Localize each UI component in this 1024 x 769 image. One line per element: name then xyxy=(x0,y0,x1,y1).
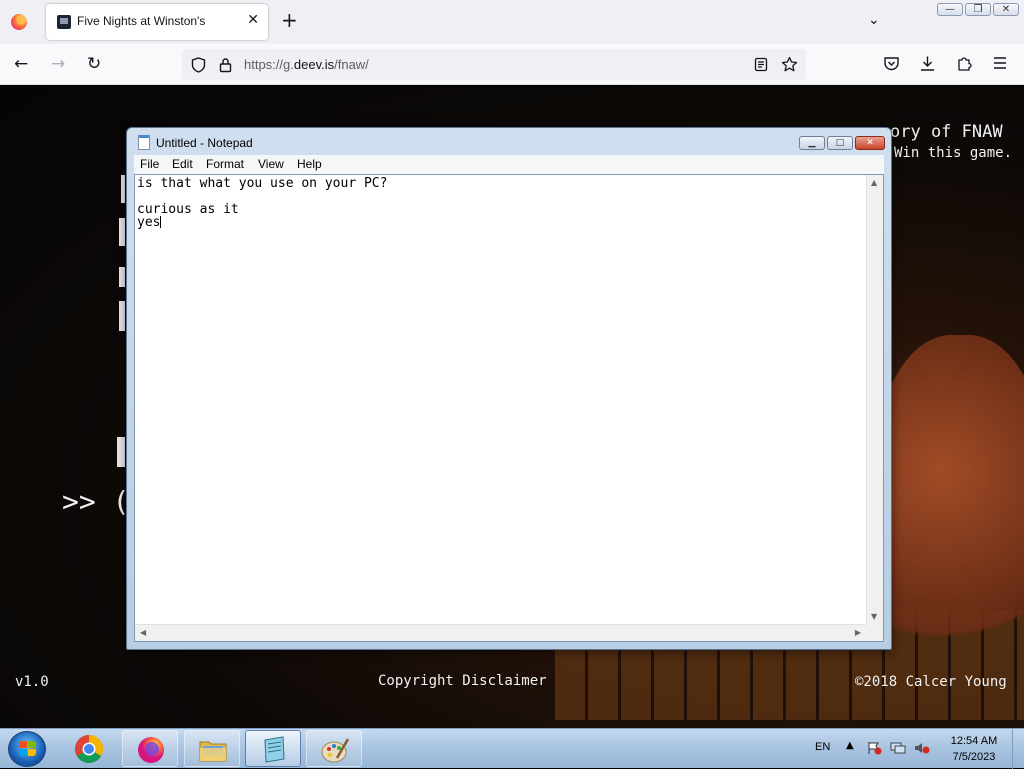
notepad-maximize-button[interactable]: □ xyxy=(827,136,853,150)
chrome-icon xyxy=(75,735,103,763)
game-version: v1.0 xyxy=(15,674,49,690)
tracking-protection-shield-icon[interactable] xyxy=(191,57,206,73)
folder-icon xyxy=(199,741,227,762)
show-desktop-button[interactable] xyxy=(1012,729,1024,769)
notepad-icon xyxy=(264,736,285,763)
horizontal-scrollbar[interactable]: ◀ ▶ xyxy=(135,624,866,641)
taskbar: EN ▲ 12:54 AM 7/5/2023 xyxy=(0,728,1024,769)
text-line: curious as it xyxy=(137,202,239,217)
notepad-text[interactable]: is that what you use on your PC? curious … xyxy=(137,177,865,229)
window-close-button[interactable]: ✕ xyxy=(993,3,1019,16)
text-line xyxy=(137,190,865,203)
game-text-fragment xyxy=(119,301,125,331)
notepad-text-area[interactable]: is that what you use on your PC? curious … xyxy=(134,174,884,642)
paint-icon xyxy=(321,738,350,763)
taskbar-firefox[interactable] xyxy=(122,730,178,767)
game-menu-selector[interactable]: >> ( xyxy=(62,485,129,518)
list-all-tabs-icon[interactable]: ⌄ xyxy=(868,12,880,28)
new-tab-button[interactable]: + xyxy=(281,10,298,30)
notepad-title: Untitled - Notepad xyxy=(156,136,253,150)
browser-tab[interactable]: Five Nights at Winston's ✕ xyxy=(46,4,268,40)
reload-button[interactable]: ↻ xyxy=(87,54,101,74)
taskbar-paint[interactable] xyxy=(306,730,362,767)
menu-view[interactable]: View xyxy=(258,157,284,171)
notepad-close-button[interactable]: ✕ xyxy=(855,136,885,150)
url-bar[interactable]: https://g.deev.is/fnaw/ xyxy=(182,49,806,80)
notepad-menu-bar: File Edit Format View Help xyxy=(134,155,884,174)
menu-edit[interactable]: Edit xyxy=(172,157,193,171)
firefox-logo-icon[interactable] xyxy=(11,14,27,30)
browser-tab-bar: Five Nights at Winston's ✕ + ⌄ — ❐ ✕ xyxy=(0,0,1024,44)
downloads-icon[interactable] xyxy=(919,55,936,72)
reader-view-icon[interactable] xyxy=(754,57,768,72)
taskbar-chrome[interactable] xyxy=(61,730,117,767)
notepad-minimize-button[interactable]: ▁ xyxy=(799,136,825,150)
extensions-icon[interactable] xyxy=(956,55,973,72)
browser-nav-bar: ← → ↻ https://g.deev.is/fnaw/ xyxy=(0,44,1024,85)
scroll-left-arrow-icon[interactable]: ◀ xyxy=(140,628,146,637)
notepad-window[interactable]: Untitled - Notepad ▁ □ ✕ File Edit Forma… xyxy=(126,127,892,650)
game-text-fragment xyxy=(117,437,125,467)
network-icon[interactable] xyxy=(890,741,906,755)
copyright-disclaimer-link[interactable]: Copyright Disclaimer xyxy=(378,673,547,689)
window-restore-button[interactable]: ❐ xyxy=(965,3,991,16)
language-indicator[interactable]: EN xyxy=(815,741,830,753)
pocket-icon[interactable] xyxy=(883,56,900,72)
game-text-fragment xyxy=(121,175,125,203)
tab-title: Five Nights at Winston's xyxy=(77,14,206,28)
taskbar-explorer[interactable] xyxy=(184,730,240,767)
action-center-flag-icon[interactable] xyxy=(866,741,882,755)
clock-time[interactable]: 12:54 AM xyxy=(944,735,1004,747)
text-caret xyxy=(160,216,162,228)
start-button[interactable] xyxy=(8,731,46,767)
scroll-up-arrow-icon[interactable]: ▲ xyxy=(871,178,877,187)
tab-close-icon[interactable]: ✕ xyxy=(247,12,259,28)
menu-format[interactable]: Format xyxy=(206,157,244,171)
bookmark-star-icon[interactable] xyxy=(781,56,798,73)
volume-muted-icon[interactable] xyxy=(914,741,930,755)
menu-help[interactable]: Help xyxy=(297,157,322,171)
menu-file[interactable]: File xyxy=(140,157,159,171)
firefox-icon xyxy=(138,737,164,763)
scroll-right-arrow-icon[interactable]: ▶ xyxy=(855,628,861,637)
back-button[interactable]: ← xyxy=(14,54,28,74)
clock-date[interactable]: 7/5/2023 xyxy=(944,751,1004,763)
vertical-scrollbar[interactable]: ▲ ▼ xyxy=(866,175,883,624)
taskbar-notepad[interactable] xyxy=(245,730,301,767)
text-line: yes xyxy=(137,215,162,230)
game-copyright: ©2018 Calcer Young xyxy=(855,674,1007,690)
notepad-icon xyxy=(138,135,150,150)
forward-button[interactable]: → xyxy=(51,54,65,74)
game-text-fragment xyxy=(119,218,125,246)
window-minimize-button[interactable]: — xyxy=(937,3,963,16)
url-text[interactable]: https://g.deev.is/fnaw/ xyxy=(244,57,369,72)
game-menu-line-1: ory of FNAW xyxy=(890,122,1003,142)
scroll-down-arrow-icon[interactable]: ▼ xyxy=(871,612,877,621)
resize-grip[interactable] xyxy=(866,624,883,641)
windows-logo-icon xyxy=(19,741,37,758)
show-hidden-icons-button[interactable]: ▲ xyxy=(846,740,854,751)
menu-icon[interactable] xyxy=(992,56,1008,70)
game-menu-line-2: Win this game. xyxy=(894,145,1013,161)
lock-icon[interactable] xyxy=(219,57,232,73)
tab-favicon-icon xyxy=(57,15,71,29)
text-line: is that what you use on your PC? xyxy=(137,176,388,191)
game-scene-character xyxy=(870,335,1024,675)
game-text-fragment xyxy=(119,267,125,287)
